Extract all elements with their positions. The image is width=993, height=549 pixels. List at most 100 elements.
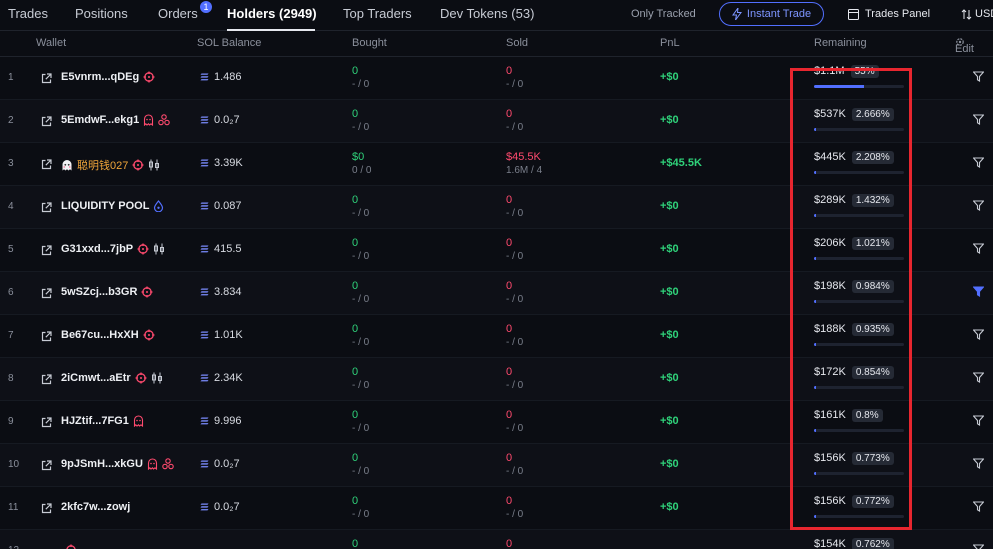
remaining-percent: 0.773% <box>851 451 894 465</box>
ghost-icon[interactable] <box>147 458 158 470</box>
pnl-value: +$0 <box>660 329 679 341</box>
tab-holders[interactable]: Holders (2949) <box>227 6 317 21</box>
remaining-cell: $1.1M 55% <box>814 63 906 88</box>
remaining-percent: 2.666% <box>851 107 894 121</box>
tab-orders[interactable]: Orders <box>158 6 198 21</box>
wallet-address[interactable]: 2iCmwt...aEtr <box>61 372 131 384</box>
row-index: 8 <box>8 373 14 384</box>
wallet-cell[interactable]: 聪明钱027 <box>61 157 160 173</box>
table-row[interactable]: 5 G31xxd...7jbP 415.5 0 - / 0 0 - / 0 +$… <box>0 229 993 272</box>
wallet-cell[interactable]: 2kfc7w...zowj <box>61 501 130 513</box>
wallet-address[interactable]: Be67cu...HxXH <box>61 329 139 341</box>
target-icon[interactable] <box>132 159 144 171</box>
target-icon[interactable] <box>143 71 155 83</box>
external-link-icon[interactable] <box>41 243 52 256</box>
sol-balance-value: 2.34K <box>214 372 243 384</box>
wallet-cell[interactable]: HJZtif...7FG1 <box>61 415 144 427</box>
remaining-bar <box>814 171 904 174</box>
wallet-cell[interactable] <box>61 544 77 549</box>
wallet-cell[interactable]: G31xxd...7jbP <box>61 243 165 255</box>
table-row[interactable]: 9 HJZtif...7FG1 9.996 0 - / 0 0 - / 0 +$… <box>0 401 993 444</box>
table-row[interactable]: 2 5EmdwF...ekg1 0.0₂7 0 - / 0 0 - / 0 +$… <box>0 100 993 143</box>
remaining-bar <box>814 472 904 475</box>
pool-icon[interactable] <box>153 200 164 212</box>
currency-toggle[interactable]: USD <box>961 8 993 20</box>
target-icon[interactable] <box>65 544 77 549</box>
external-link-icon[interactable] <box>41 372 52 385</box>
remaining-bar-fill <box>814 85 864 88</box>
sol-balance-cell: 2.34K <box>200 372 243 384</box>
external-link-icon[interactable] <box>41 501 52 514</box>
table-row[interactable]: 3 聪明钱027 3.39K $0 0 / 0 $45.5K 1.6M / 4 … <box>0 143 993 186</box>
sold-cell: 0 - / 0 <box>506 494 523 521</box>
wallet-cell[interactable]: E5vnrm...qDEg <box>61 71 155 83</box>
wallet-address[interactable]: 9pJSmH...xkGU <box>61 458 143 470</box>
table-row[interactable]: 6 5wSZcj...b3GR 3.834 0 - / 0 0 - / 0 +$… <box>0 272 993 315</box>
target-icon[interactable] <box>143 329 155 341</box>
wallet-address[interactable]: LIQUIDITY POOL <box>61 200 149 212</box>
instant-trade-button[interactable]: Instant Trade <box>719 2 824 26</box>
sold-value: 0 <box>506 323 513 335</box>
remaining-bar-fill <box>814 429 816 432</box>
wallet-address[interactable]: 5EmdwF...ekg1 <box>61 114 139 126</box>
external-link-icon[interactable] <box>41 415 52 428</box>
candle-icon[interactable] <box>148 159 160 171</box>
wallet-address[interactable]: E5vnrm...qDEg <box>61 71 139 83</box>
wallet-address[interactable]: 2kfc7w...zowj <box>61 501 130 513</box>
table-row[interactable]: 7 Be67cu...HxXH 1.01K 0 - / 0 0 - / 0 +$… <box>0 315 993 358</box>
only-tracked-toggle[interactable]: Only Tracked <box>631 8 696 20</box>
edit-columns-button[interactable]: Edit <box>955 37 974 55</box>
external-link-icon[interactable] <box>41 114 52 127</box>
solana-icon <box>200 417 209 425</box>
cluster-icon[interactable] <box>158 114 171 126</box>
wallet-cell[interactable]: 2iCmwt...aEtr <box>61 372 163 384</box>
target-icon[interactable] <box>135 372 147 384</box>
external-link-icon[interactable] <box>41 286 52 299</box>
remaining-value: $445K <box>814 151 846 163</box>
wallet-cell[interactable]: 9pJSmH...xkGU <box>61 458 174 470</box>
candle-icon[interactable] <box>153 243 165 255</box>
col-sold[interactable]: Sold <box>506 37 528 49</box>
col-wallet[interactable]: Wallet <box>36 37 66 49</box>
ghost-icon[interactable] <box>143 114 154 126</box>
cluster-icon[interactable] <box>162 458 174 470</box>
bought-sub: - / 0 <box>352 122 370 133</box>
target-icon[interactable] <box>137 243 149 255</box>
candle-icon[interactable] <box>151 372 163 384</box>
external-link-icon[interactable] <box>41 157 52 170</box>
wallet-address[interactable]: 聪明钱027 <box>77 157 128 173</box>
table-row[interactable]: 4 LIQUIDITY POOL 0.087 0 - / 0 0 - / 0 +… <box>0 186 993 229</box>
bought-cell: 0 - / 0 <box>352 365 369 392</box>
col-pnl[interactable]: PnL <box>660 37 680 49</box>
target-icon[interactable] <box>141 286 153 298</box>
wallet-cell[interactable]: 5EmdwF...ekg1 <box>61 114 171 126</box>
wallet-address[interactable]: 5wSZcj...b3GR <box>61 286 137 298</box>
wallet-cell[interactable]: Be67cu...HxXH <box>61 329 155 341</box>
wallet-cell[interactable]: LIQUIDITY POOL <box>61 200 164 212</box>
bought-cell: 0 - / 0 <box>352 494 369 521</box>
row-index: 10 <box>8 459 20 470</box>
wallet-cell[interactable]: 5wSZcj...b3GR <box>61 286 153 298</box>
table-row[interactable]: 11 2kfc7w...zowj 0.0₂7 0 - / 0 0 - / 0 +… <box>0 487 993 530</box>
tab-top-traders[interactable]: Top Traders <box>343 6 412 21</box>
col-remaining[interactable]: Remaining <box>814 37 867 49</box>
external-link-icon[interactable] <box>41 200 52 213</box>
wallet-address[interactable]: G31xxd...7jbP <box>61 243 133 255</box>
col-sol-balance[interactable]: SOL Balance <box>197 37 261 49</box>
table-row[interactable]: 12 0 0 $154K 0.762% <box>0 530 993 549</box>
wallet-address[interactable]: HJZtif...7FG1 <box>61 415 129 427</box>
col-bought[interactable]: Bought <box>352 37 387 49</box>
sold-value: 0 <box>506 409 513 421</box>
tab-positions[interactable]: Positions <box>75 6 128 21</box>
external-link-icon[interactable] <box>41 71 52 84</box>
table-row[interactable]: 1 E5vnrm...qDEg 1.486 0 - / 0 0 - / 0 +$… <box>0 57 993 100</box>
table-row[interactable]: 10 9pJSmH...xkGU 0.0₂7 0 - / 0 0 - / 0 +… <box>0 444 993 487</box>
tab-trades[interactable]: Trades <box>8 6 48 21</box>
external-link-icon[interactable] <box>41 329 52 342</box>
table-row[interactable]: 8 2iCmwt...aEtr 2.34K 0 - / 0 0 - / 0 +$… <box>0 358 993 401</box>
ghost-icon[interactable] <box>133 415 144 427</box>
tab-dev-tokens[interactable]: Dev Tokens (53) <box>440 6 534 21</box>
trades-panel-button[interactable]: Trades Panel <box>848 8 930 20</box>
pnl-value: +$0 <box>660 200 679 212</box>
external-link-icon[interactable] <box>41 458 52 471</box>
